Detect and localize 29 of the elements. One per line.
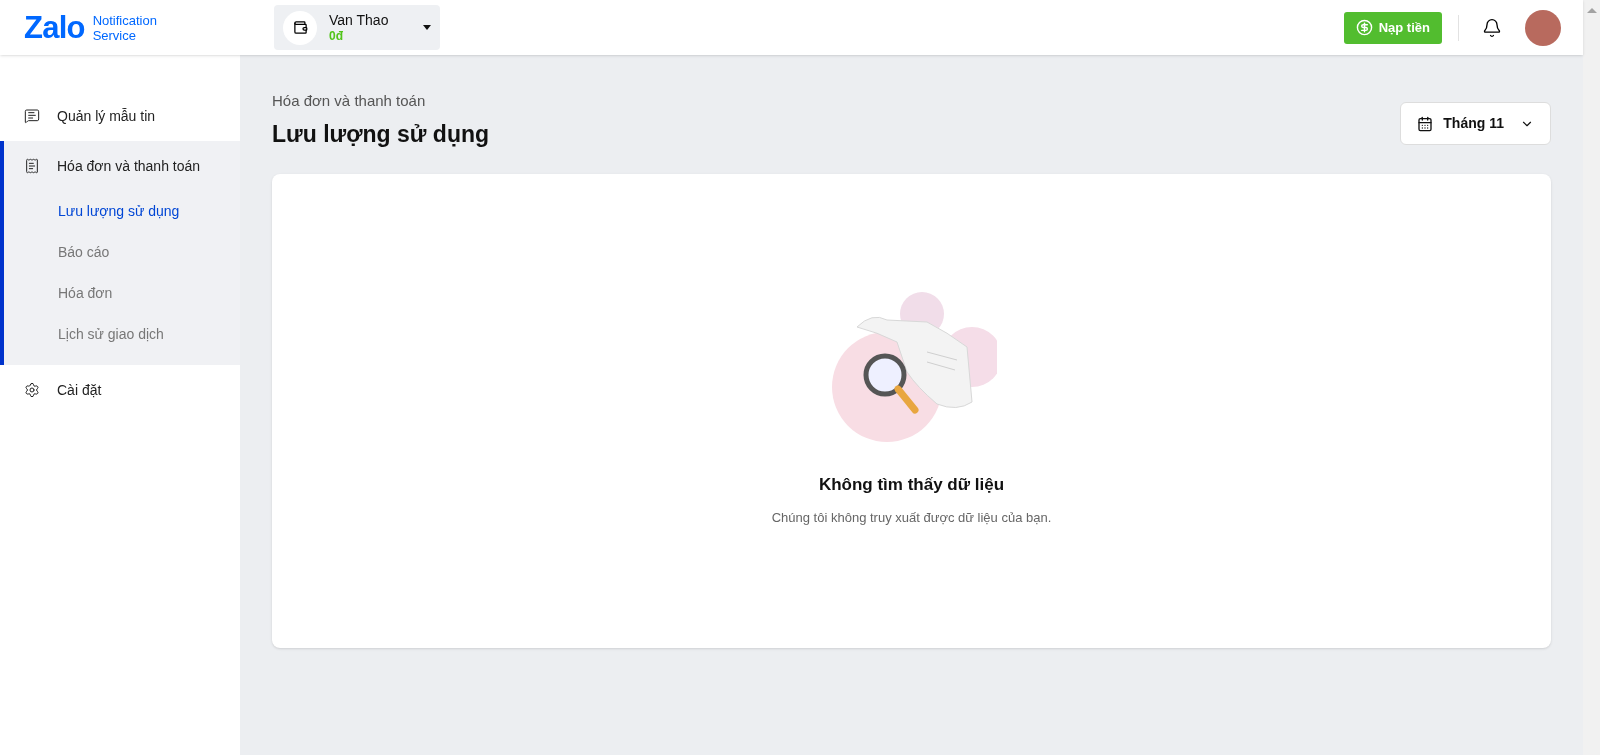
empty-state-title: Không tìm thấy dữ liệu [818,474,1005,496]
scrollbar[interactable] [1583,0,1600,755]
message-icon [24,108,40,124]
page-title: Lưu lượng sử dụng [272,119,490,149]
calendar-icon [1417,115,1434,132]
gear-icon [24,382,40,398]
dollar-icon [1355,19,1373,36]
logo-subtitle: Notification [92,12,157,28]
breadcrumb: Hóa đơn và thanh toán [272,91,427,111]
sidebar-subitem[interactable]: Lịch sử giao dịch [4,314,240,355]
caret-icon [423,25,431,30]
logo-subtitle: Service [92,27,137,43]
month-picker[interactable]: Tháng 11 [1400,102,1551,145]
empty-state-message: Chúng tôi không truy xuất được dữ liệu của bạn. [771,508,1052,527]
logo-wordmark: Zalo [24,12,85,43]
sidebar-item[interactable]: Cài đặt [4,365,240,415]
account-name: Van Thao [329,11,389,28]
account-balance: 0đ [329,27,343,44]
sidebar-subitem[interactable]: Lưu lượng sử dụng [4,191,240,232]
receipt-icon [24,158,40,174]
sidebar-subitem[interactable]: Hóa đơn [4,273,240,314]
sidebar-item[interactable]: Hóa đơn và thanh toán [4,141,240,191]
user-avatar[interactable] [1525,9,1561,46]
sidebar-subitem[interactable]: Báo cáo [4,232,240,273]
account-selector[interactable]: Van Thao 0đ [274,5,440,50]
wallet-icon [283,10,317,45]
scroll-up-icon [1586,8,1597,13]
bell-icon [1482,17,1502,38]
sidebar-item[interactable]: Quản lý mẫu tin [4,91,240,141]
